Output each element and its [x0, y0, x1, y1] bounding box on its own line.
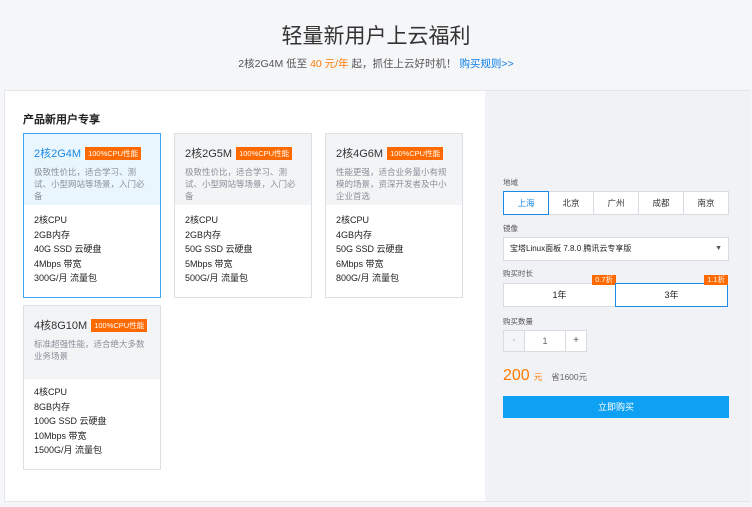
- subtitle-prefix: 2核2G4M 低至: [238, 58, 311, 70]
- card-description: 极致性价比，适合学习、测试、小型网站等场景，入门必备: [34, 167, 145, 201]
- price-unit: 元: [533, 372, 543, 382]
- card-name-row: 2核2G4M 100%CPU性能: [34, 145, 150, 161]
- region-beijing[interactable]: 北京: [548, 191, 594, 215]
- card-description: 标准超强性能，适合绝大多数业务场景: [34, 339, 145, 361]
- price-summary: 200 元 省1600元: [503, 367, 587, 385]
- card-name: 4核8G10M: [34, 320, 88, 332]
- card-specs: 4核CPU 8GB内存 100G SSD 云硬盘 10Mbps 带宽 1500G…: [24, 379, 160, 458]
- card-description: 极致性价比，适合学习、测试、小型网站等场景，入门必备: [185, 167, 296, 201]
- purchase-rules-link[interactable]: 购买规则>>: [459, 58, 513, 70]
- cpu-badge: 100%CPU性能: [85, 146, 142, 160]
- card-name-row: 4核8G10M 100%CPU性能: [34, 317, 150, 333]
- card-specs: 2核CPU 4GB内存 50G SSD 云硬盘 6Mbps 带宽 800G/月 …: [326, 205, 462, 286]
- hero-subtitle: 2核2G4M 低至 40 元/年 起，抓住上云好时机！ 购买规则>>: [0, 56, 752, 71]
- card-name-row: 2核4G6M 100%CPU性能: [336, 145, 452, 161]
- image-value: 宝塔Linux面板 7.8.0 腾讯云专享版: [510, 244, 632, 253]
- quantity-label: 购买数量: [503, 317, 533, 326]
- decrement-button[interactable]: -: [503, 330, 525, 352]
- product-card-4c8g10m[interactable]: 4核8G10M 100%CPU性能 标准超强性能，适合绝大多数业务场景 4核CP…: [23, 305, 161, 470]
- spec-bandwidth: 4Mbps 带宽: [34, 258, 82, 269]
- card-specs: 2核CPU 2GB内存 40G SSD 云硬盘 4Mbps 带宽 300G/月 …: [24, 205, 160, 286]
- image-label: 镜像: [503, 224, 518, 233]
- spec-disk: 50G SSD 云硬盘: [336, 244, 404, 254]
- spec-bandwidth: 10Mbps 带宽: [34, 430, 87, 441]
- hero-title: 轻量新用户上云福利: [281, 25, 471, 48]
- card-name-row: 2核2G5M 100%CPU性能: [185, 145, 301, 161]
- card-description: 性能更强，适合业务量小有规模的场景，资深开发者及中小企业首选: [336, 167, 447, 201]
- product-card-2c4g6m[interactable]: 2核4G6M 100%CPU性能 性能更强，适合业务量小有规模的场景，资深开发者…: [325, 133, 463, 298]
- region-nanjing[interactable]: 南京: [683, 191, 729, 215]
- region-chengdu[interactable]: 成都: [638, 191, 684, 215]
- card-header: 2核4G6M 100%CPU性能 性能更强，适合业务量小有规模的场景，资深开发者…: [326, 134, 462, 205]
- region-selector: 上海 北京 广州 成都 南京: [503, 191, 729, 215]
- spec-cpu: 2核CPU: [185, 215, 219, 225]
- spec-bandwidth: 5Mbps 带宽: [185, 258, 233, 269]
- product-card-2c2g4m[interactable]: 2核2G4M 100%CPU性能 极致性价比，适合学习、测试、小型网站等场景，入…: [23, 133, 161, 298]
- spec-bandwidth: 6Mbps 带宽: [336, 258, 384, 269]
- subtitle-suffix: 起，抓住上云好时机！: [348, 58, 457, 70]
- discount-badge: 0.7折: [592, 275, 616, 285]
- card-header: 2核2G4M 100%CPU性能 极致性价比，适合学习、测试、小型网站等场景，入…: [24, 134, 160, 205]
- order-panel: 地域 上海 北京 广州 成都 南京 镜像 宝塔Linux面板 7.8.0 腾讯云…: [485, 91, 751, 501]
- card-name: 2核2G4M: [34, 148, 82, 160]
- card-specs: 2核CPU 2GB内存 50G SSD 云硬盘 5Mbps 带宽 500G/月 …: [175, 205, 311, 286]
- spec-disk: 100G SSD 云硬盘: [34, 416, 107, 426]
- spec-cpu: 2核CPU: [34, 215, 68, 225]
- spec-traffic: 800G/月 流量包: [336, 273, 400, 283]
- card-header: 4核8G10M 100%CPU性能 标准超强性能，适合绝大多数业务场景: [24, 306, 160, 379]
- subtitle-price: 40 元/年: [310, 58, 349, 70]
- region-label: 地域: [503, 178, 518, 187]
- increment-button[interactable]: +: [565, 330, 587, 352]
- product-card-2c2g5m[interactable]: 2核2G5M 100%CPU性能 极致性价比，适合学习、测试、小型网站等场景，入…: [174, 133, 312, 298]
- spec-disk: 50G SSD 云硬盘: [185, 244, 253, 254]
- duration-text: 1年: [552, 290, 567, 300]
- quantity-stepper: - 1 +: [503, 330, 587, 352]
- price-amount: 200: [503, 367, 530, 384]
- spec-disk: 40G SSD 云硬盘: [34, 244, 102, 254]
- spec-memory: 2GB内存: [34, 229, 71, 240]
- card-name: 2核2G5M: [185, 148, 233, 160]
- price-saving: 省1600元: [551, 372, 588, 382]
- cpu-badge: 100%CPU性能: [91, 318, 148, 332]
- product-list: 产品新用户专享 2核2G4M 100%CPU性能 极致性价比，适合学习、测试、小…: [5, 91, 483, 501]
- discount-badge: 1.1折: [704, 275, 728, 285]
- duration-1-year[interactable]: 1年 0.7折: [503, 275, 616, 307]
- cpu-badge: 100%CPU性能: [236, 146, 293, 160]
- spec-traffic: 1500G/月 流量包: [34, 445, 103, 455]
- duration-selector: 1年 0.7折 3年 1.1折: [503, 275, 728, 307]
- duration-3-year[interactable]: 3年 1.1折: [615, 275, 728, 307]
- duration-text: 3年: [664, 290, 679, 300]
- spec-traffic: 500G/月 流量包: [185, 273, 249, 283]
- region-shanghai[interactable]: 上海: [503, 191, 549, 215]
- buy-now-button[interactable]: 立即购买: [503, 396, 729, 418]
- card-name: 2核4G6M: [336, 148, 384, 160]
- chevron-down-icon: ▼: [715, 245, 722, 252]
- spec-memory: 8GB内存: [34, 401, 71, 412]
- spec-memory: 4GB内存: [336, 229, 373, 240]
- spec-traffic: 300G/月 流量包: [34, 273, 98, 283]
- spec-memory: 2GB内存: [185, 229, 222, 240]
- quantity-input[interactable]: 1: [525, 330, 565, 352]
- offer-panel: 产品新用户专享 2核2G4M 100%CPU性能 极致性价比，适合学习、测试、小…: [4, 90, 751, 502]
- region-guangzhou[interactable]: 广州: [593, 191, 639, 215]
- section-title: 产品新用户专享: [23, 114, 100, 126]
- cpu-badge: 100%CPU性能: [387, 146, 444, 160]
- duration-label: 购买时长: [503, 269, 533, 278]
- spec-cpu: 2核CPU: [336, 215, 370, 225]
- card-header: 2核2G5M 100%CPU性能 极致性价比，适合学习、测试、小型网站等场景，入…: [175, 134, 311, 205]
- image-select[interactable]: 宝塔Linux面板 7.8.0 腾讯云专享版 ▼: [503, 237, 729, 261]
- spec-cpu: 4核CPU: [34, 387, 68, 397]
